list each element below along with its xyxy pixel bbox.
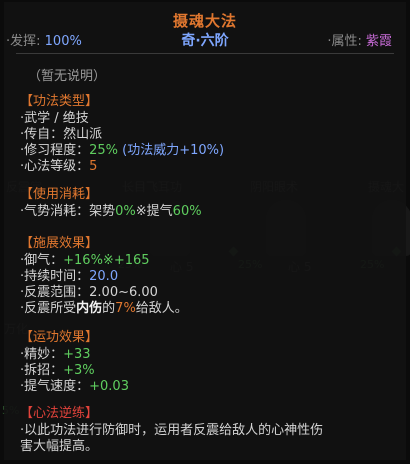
- reverse-line: ·以此功法进行防御时，运用者反震给敌人的心神性伤: [20, 423, 324, 438]
- effect-line: ·持续时间：20.0: [20, 269, 188, 285]
- type-line: ·心法等级：5: [20, 159, 224, 175]
- effect-label: ·反震范围：: [20, 285, 90, 300]
- effect-section: 【施展效果】 ·御气：+16%※+165 ·持续时间：20.0 ·反震范围：2.…: [20, 236, 188, 317]
- effect-value: 20.0: [89, 269, 119, 284]
- skill-title: 摄魂大法: [172, 12, 237, 30]
- type-header: 【功法类型】: [20, 94, 99, 109]
- cost-label: ·气势消耗：架势: [20, 204, 116, 219]
- run-line: ·拆招：+3%: [20, 363, 129, 379]
- effect-header: 【施展效果】: [20, 236, 99, 251]
- divider: [16, 53, 394, 54]
- level-value: 5: [89, 159, 98, 174]
- reflect-damage-type: 内伤: [76, 301, 103, 316]
- effect-value: +16%※+165: [63, 253, 150, 268]
- reverse-line: 害大幅提高。: [20, 439, 99, 454]
- run-value: +3%: [63, 363, 95, 378]
- effect-label: ·持续时间：: [20, 269, 90, 284]
- run-section: 【运功效果】 ·精妙：+33 ·拆招：+3% ·提气速度：+0.03: [20, 330, 129, 395]
- run-line: ·精妙：+33: [20, 347, 129, 363]
- effect-line: ·反震范围：2.00~6.00: [20, 285, 188, 301]
- run-value: +0.03: [89, 379, 129, 394]
- type-origin: ·传自：然山派: [20, 127, 103, 142]
- cost-qi-label: ※提气: [135, 204, 173, 219]
- reflect-text: ·反震所受: [20, 301, 77, 316]
- cost-qi-value: 60%: [172, 204, 202, 219]
- type-line: ·传自：然山派: [20, 127, 224, 143]
- reverse-section: 【心法逆练】 ·以此功法进行防御时，运用者反震给敌人的心神性伤 害大幅提高。: [20, 406, 323, 455]
- run-line: ·提气速度：+0.03: [20, 379, 129, 395]
- reflect-text: 的: [102, 301, 116, 316]
- run-label: ·精妙：: [20, 347, 64, 362]
- effect-line: ·御气：+16%※+165: [20, 253, 188, 269]
- attribute-stat: ·属性: 紫霞: [327, 30, 392, 49]
- attribute-label: ·属性:: [327, 34, 362, 49]
- mastery-label: ·修习程度：: [20, 143, 90, 158]
- reverse-header: 【心法逆练】: [20, 406, 99, 421]
- attribute-value: 紫霞: [365, 34, 392, 49]
- level-label: ·心法等级：: [20, 159, 90, 174]
- run-label: ·拆招：: [20, 363, 64, 378]
- type-category: ·武学 / 绝技: [20, 111, 89, 126]
- run-value: +33: [63, 347, 91, 362]
- type-section: 【功法类型】 ·武学 / 绝技 ·传自：然山派 ·修习程度：25% (功法威力+…: [20, 94, 224, 175]
- mastery-bonus: (功法威力+10%): [118, 143, 225, 158]
- type-line: ·武学 / 绝技: [20, 111, 224, 127]
- run-header: 【运功效果】: [20, 330, 99, 345]
- skill-note: （暂无说明）: [28, 69, 107, 84]
- effect-label: ·御气：: [20, 253, 64, 268]
- reflect-percent: 7%: [115, 301, 136, 316]
- cost-header: 【使用消耗】: [20, 187, 99, 202]
- effect-value: 2.00~6.00: [89, 285, 158, 300]
- reflect-text: 给敌人。: [135, 301, 188, 316]
- cost-stance-value: 0%: [115, 204, 136, 219]
- cost-section: 【使用消耗】 ·气势消耗：架势0%※提气60%: [20, 187, 202, 220]
- cost-line: ·气势消耗：架势0%※提气60%: [20, 204, 202, 220]
- run-label: ·提气速度：: [20, 379, 90, 394]
- mastery-value: 25%: [89, 143, 119, 158]
- skill-tooltip: 摄魂大法 ·发挥: 100% 奇·六阶 ·属性: 紫霞 （暂无说明） 【功法类型…: [4, 2, 406, 460]
- type-line: ·修习程度：25% (功法威力+10%): [20, 143, 224, 159]
- header-row: ·发挥: 100% 奇·六阶 ·属性: 紫霞: [4, 30, 406, 50]
- effect-reflect-line: ·反震所受内伤的7%给敌人。: [20, 301, 188, 317]
